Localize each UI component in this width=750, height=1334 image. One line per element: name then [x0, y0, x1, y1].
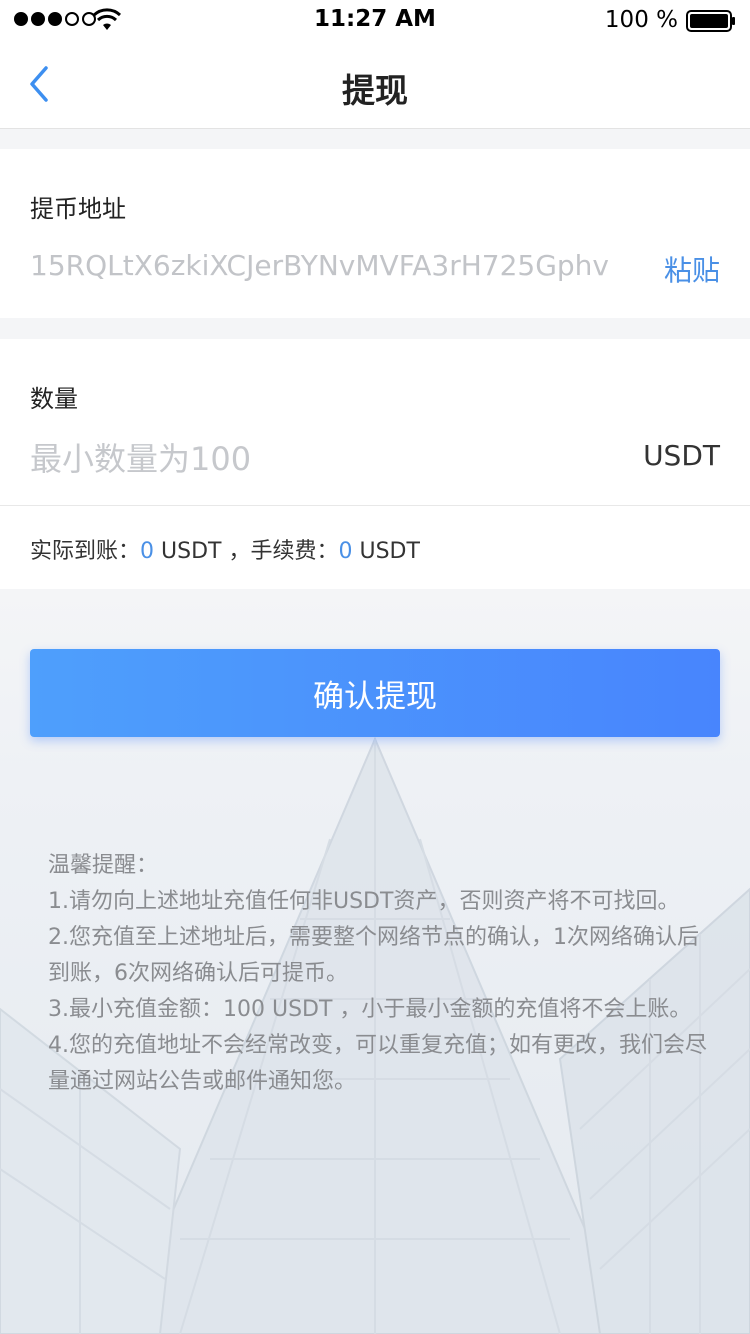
tip-item: 4.您的充值地址不会经常改变，可以重复充值；如有更改，我们会尽量通过网站公告或邮…: [48, 1033, 707, 1094]
tips-title: 温馨提醒：: [48, 853, 159, 878]
address-input[interactable]: 15RQLtX6zkiXCJerBYNvMVFA3rH725Gphv: [30, 249, 640, 282]
fee-value: 0: [338, 539, 353, 564]
amount-unit: USDT: [643, 439, 720, 472]
amount-card: 数量 USDT 实际到账：0 USDT ，手续费：0 USDT: [0, 339, 750, 589]
withdraw-page: 11:27 AM 100 % 提现 提币地址 15RQLtX6zkiXCJerB…: [0, 0, 750, 1334]
battery-icon: [686, 10, 735, 32]
tip-item: 2.您充值至上述地址后，需要整个网络节点的确认，1次网络确认后到账，6次网络确认…: [48, 925, 699, 986]
status-bar: 11:27 AM 100 %: [0, 0, 750, 40]
amount-summary: 实际到账：0 USDT ，手续费：0 USDT: [30, 533, 420, 565]
fee-label: ，手续费：: [228, 539, 339, 564]
divider: [0, 505, 750, 506]
received-value: 0: [140, 539, 155, 564]
nav-bar: 提现: [0, 40, 750, 129]
page-title: 提现: [342, 71, 408, 110]
fee-unit: USDT: [352, 539, 420, 564]
amount-input[interactable]: [30, 437, 590, 481]
battery-percent: 100 %: [604, 7, 678, 33]
confirm-withdraw-button[interactable]: 确认提现: [30, 649, 720, 737]
amount-label: 数量: [30, 385, 78, 413]
received-unit: USDT: [154, 539, 229, 564]
tips-section: 温馨提醒： 1.请勿向上述地址充值任何非USDT资产，否则资产将不可找回。 2.…: [48, 848, 708, 1100]
received-label: 实际到账：: [30, 539, 141, 564]
address-label: 提币地址: [30, 195, 126, 223]
tip-item: 3.最小充值金额：100 USDT ，小于最小金额的充值将不会上账。: [48, 997, 692, 1022]
address-card: 提币地址 15RQLtX6zkiXCJerBYNvMVFA3rH725Gphv …: [0, 149, 750, 318]
tip-item: 1.请勿向上述地址充值任何非USDT资产，否则资产将不可找回。: [48, 889, 680, 914]
paste-button[interactable]: 粘贴: [664, 249, 720, 289]
